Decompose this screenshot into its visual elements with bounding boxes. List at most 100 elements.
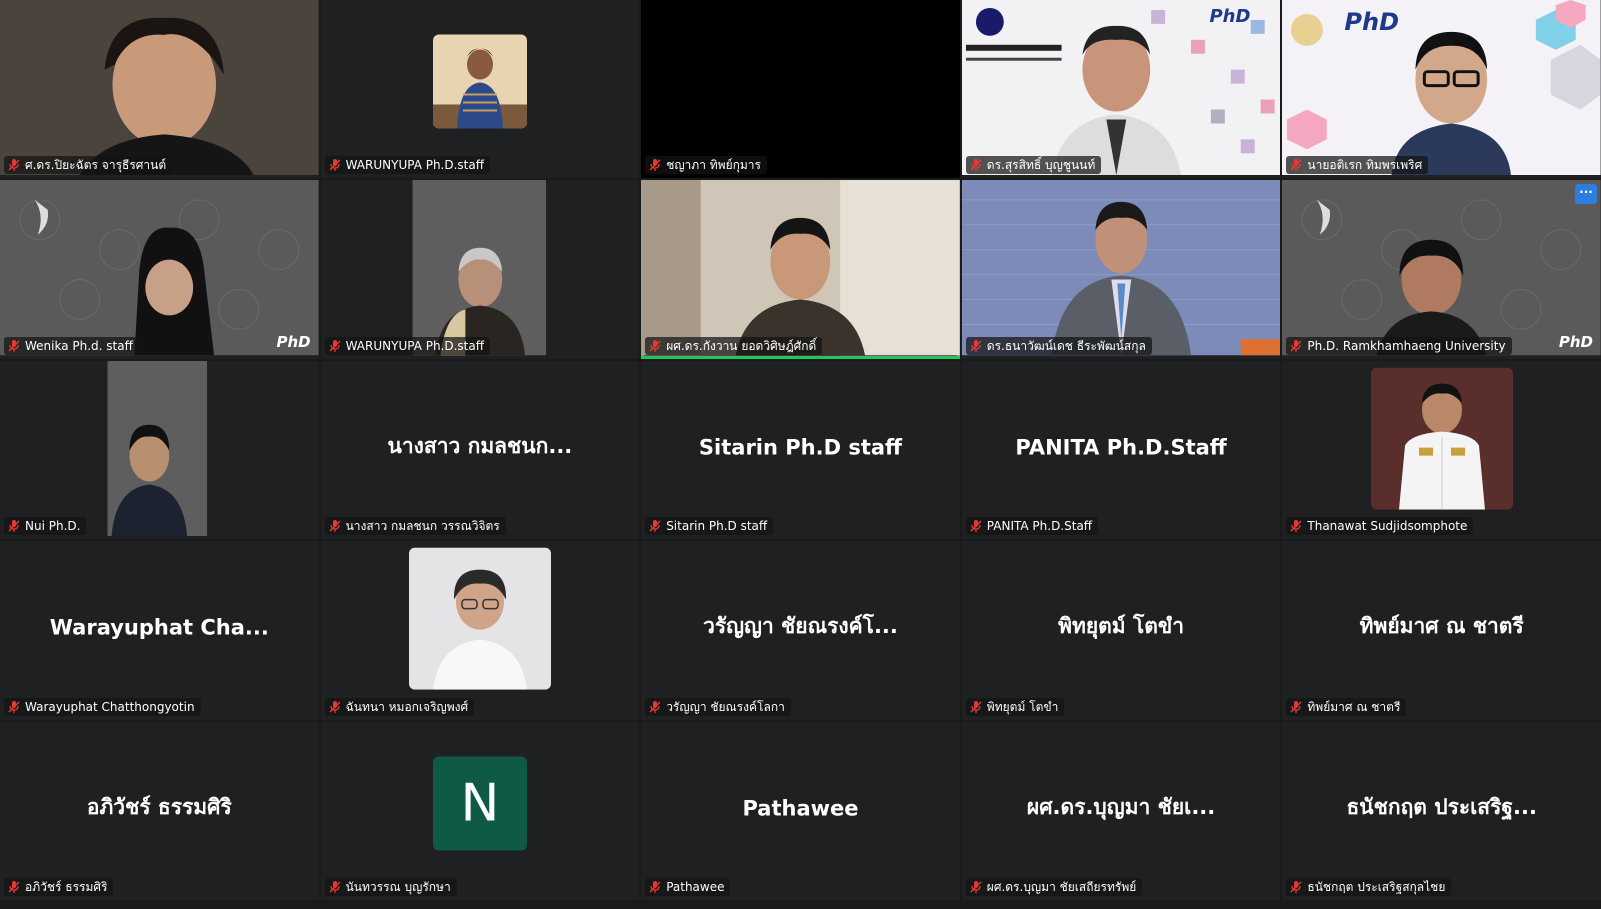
microphone-muted-icon — [8, 700, 20, 713]
participant-tile[interactable]: ศ.ดร.ปิยะฉัตร จารุธีรศานต์ — [0, 0, 319, 179]
participant-video — [320, 180, 640, 356]
participant-name-tag: ศ.ดร.ปิยะฉัตร จารุธีรศานต์ — [4, 156, 173, 175]
microphone-muted-icon — [970, 339, 982, 352]
participant-name-tag: Warayuphat Chatthongyotin — [4, 697, 201, 716]
participant-tile[interactable]: ผศ.ดร.บุญมา ชัยเ... ผศ.ดร.บุญมา ชัยเสถีย… — [961, 721, 1281, 900]
participant-name-tag: นางสาว กมลชนก วรรณวิจิตร — [324, 517, 506, 536]
microphone-muted-icon — [1290, 159, 1302, 172]
participant-tile[interactable]: N นันทวรรณ บุญรักษา — [320, 721, 640, 900]
participant-tile[interactable]: PhD ··· Ph.D. Ramkhamhaeng University — [1282, 180, 1601, 359]
participant-name-tag: ดร.สุรสิทธิ์ บุญชูนนท์ — [965, 156, 1102, 175]
participant-name: นางสาว กมลชนก วรรณวิจิตร — [345, 519, 500, 534]
participant-name: WARUNYUPA Ph.D.staff — [345, 338, 485, 353]
participant-name: PANITA Ph.D.Staff — [986, 519, 1093, 534]
participant-grid: ศ.ดร.ปิยะฉัตร จารุธีรศานต์ WARUNYUPA Ph.… — [0, 0, 1601, 900]
participant-name-tag: ชญาภา ทิพย์กุมาร — [645, 156, 767, 175]
participant-tile[interactable]: PhD Wenika Ph.d. staff — [0, 180, 319, 359]
participant-name-tag: Nui Ph.D. — [4, 517, 87, 536]
microphone-muted-icon — [1290, 880, 1302, 893]
participant-name: Sitarin Ph.D staff — [666, 519, 768, 534]
participant-name: ดร.ธนาวัฒน์เดช ธีระพัฒน์สกุล — [986, 338, 1146, 353]
microphone-muted-icon — [8, 880, 20, 893]
participant-tile[interactable]: Thanawat Sudjidsomphote — [1282, 360, 1601, 540]
participant-name: วรัญญา ชัยณรงค์โลกา — [666, 699, 785, 714]
microphone-muted-icon — [1290, 700, 1302, 713]
participant-display-name: วรัญญา ชัยณรงค์โ... — [703, 614, 898, 639]
participant-name: พิทยุตม์ โตขำ — [986, 699, 1059, 714]
participant-name-tag: ฉันทนา หมอกเจริญพงศ์ — [324, 697, 475, 716]
participant-name-tag: วรัญญา ชัยณรงค์โลกา — [645, 697, 791, 716]
participant-name-tag: Ph.D. Ramkhamhaeng University — [1286, 336, 1512, 355]
participant-name-tag: Sitarin Ph.D staff — [645, 517, 774, 536]
participant-display-name: Pathawee — [742, 796, 859, 821]
participant-display-name: Warayuphat Cha... — [49, 615, 269, 640]
microphone-muted-icon — [329, 520, 341, 533]
participant-tile[interactable]: อภิวัชร์ ธรรมศิริ อภิวัชร์ ธรรมศิริ — [0, 721, 319, 900]
participant-name: Ph.D. Ramkhamhaeng University — [1307, 338, 1506, 353]
participant-name-tag: ทิพย์มาศ ณ ชาตรี — [1286, 697, 1407, 716]
participant-video — [961, 180, 1281, 356]
participant-photo — [432, 34, 527, 129]
participant-name: ผศ.ดร.บุญมา ชัยเสถียรทรัพย์ — [986, 879, 1137, 894]
microphone-muted-icon — [329, 880, 341, 893]
participant-name: นายอติเรก ทิมพรเพริศ — [1307, 158, 1423, 173]
microphone-muted-icon — [1290, 520, 1302, 533]
participant-photo — [408, 548, 551, 691]
participant-tile[interactable]: ทิพย์มาศ ณ ชาตรี ทิพย์มาศ ณ ชาตรี — [1282, 541, 1601, 720]
participant-tile[interactable]: นางสาว กมลชนก... นางสาว กมลชนก วรรณวิจิต… — [320, 360, 640, 540]
participant-tile[interactable]: พิทยุตม์ โตขำ พิทยุตม์ โตขำ — [961, 541, 1281, 720]
participant-tile[interactable]: PhD ดร.สุรสิทธิ์ บุญชูนนท์ — [961, 0, 1281, 179]
participant-tile[interactable]: PANITA Ph.D.Staff PANITA Ph.D.Staff — [961, 360, 1281, 540]
participant-tile[interactable]: ดร.ธนาวัฒน์เดช ธีระพัฒน์สกุล — [961, 180, 1281, 359]
microphone-muted-icon — [649, 700, 661, 713]
participant-name: Pathawee — [666, 879, 725, 894]
participant-name-tag: ผศ.ดร.กังวาน ยอดวิศิษฎ์ศักดิ์ — [645, 336, 823, 355]
participant-name-tag: Thanawat Sudjidsomphote — [1286, 517, 1474, 536]
microphone-muted-icon — [8, 520, 20, 533]
participant-name: Warayuphat Chatthongyotin — [25, 699, 195, 714]
participant-name: ฉันทนา หมอกเจริญพงศ์ — [345, 699, 469, 714]
participant-video — [0, 0, 319, 176]
banner-logo: PhD — [1344, 8, 1399, 36]
participant-name: ชญาภา ทิพย์กุมาร — [666, 158, 761, 173]
microphone-muted-icon — [649, 880, 661, 893]
participant-display-name: PANITA Ph.D.Staff — [1015, 435, 1227, 460]
participant-display-name: ผศ.ดร.บุญมา ชัยเ... — [1026, 794, 1216, 819]
microphone-muted-icon — [970, 700, 982, 713]
microphone-muted-icon — [329, 159, 341, 172]
participant-tile[interactable]: Pathawee Pathawee — [641, 721, 960, 900]
banner-logo: PhD — [1209, 6, 1251, 27]
participant-name-tag: WARUNYUPA Ph.D.staff — [324, 336, 491, 355]
participant-name-tag: นันทวรรณ บุญรักษา — [324, 877, 457, 896]
more-options-button[interactable]: ··· — [1575, 184, 1597, 205]
participant-tile[interactable]: Nui Ph.D. — [0, 360, 319, 540]
microphone-muted-icon — [1290, 339, 1302, 352]
participant-tile[interactable]: WARUNYUPA Ph.D.staff — [320, 0, 640, 179]
participant-name-tag: PANITA Ph.D.Staff — [965, 517, 1099, 536]
participant-tile[interactable]: PhD นายอติเรก ทิมพรเพริศ — [1282, 0, 1601, 179]
participant-video — [0, 180, 319, 356]
participant-name: Nui Ph.D. — [25, 519, 81, 534]
banner-logo: PhD — [276, 332, 311, 351]
participant-name-tag: Wenika Ph.d. staff — [4, 336, 139, 355]
participant-video — [1282, 0, 1601, 176]
participant-video — [0, 360, 319, 537]
participant-display-name: ธนัชกฤต ประเสริฐ... — [1346, 794, 1537, 819]
participant-name: Thanawat Sudjidsomphote — [1307, 519, 1468, 534]
microphone-muted-icon — [970, 159, 982, 172]
participant-tile-active-speaker[interactable]: ผศ.ดร.กังวาน ยอดวิศิษฎ์ศักดิ์ — [641, 180, 960, 359]
participant-name-tag: พิทยุตม์ โตขำ — [965, 697, 1065, 716]
participant-name: ทิพย์มาศ ณ ชาตรี — [1307, 699, 1401, 714]
participant-tile[interactable]: ฉันทนา หมอกเจริญพงศ์ — [320, 541, 640, 720]
participant-tile[interactable]: Sitarin Ph.D staff Sitarin Ph.D staff — [641, 360, 960, 540]
participant-name-tag: Pathawee — [645, 877, 731, 896]
participant-tile[interactable]: วรัญญา ชัยณรงค์โ... วรัญญา ชัยณรงค์โลกา — [641, 541, 960, 720]
participant-tile[interactable]: ชญาภา ทิพย์กุมาร — [641, 0, 960, 179]
participant-tile[interactable]: ธนัชกฤต ประเสริฐ... ธนัชกฤต ประเสริฐสกุล… — [1282, 721, 1601, 900]
participant-display-name: อภิวัชร์ ธรรมศิริ — [86, 794, 232, 819]
participant-name: ดร.สุรสิทธิ์ บุญชูนนท์ — [986, 158, 1096, 173]
microphone-muted-icon — [649, 520, 661, 533]
participant-name: ศ.ดร.ปิยะฉัตร จารุธีรศานต์ — [25, 158, 167, 173]
participant-tile[interactable]: Warayuphat Cha... Warayuphat Chatthongyo… — [0, 541, 319, 720]
participant-tile[interactable]: WARUNYUPA Ph.D.staff — [320, 180, 640, 359]
